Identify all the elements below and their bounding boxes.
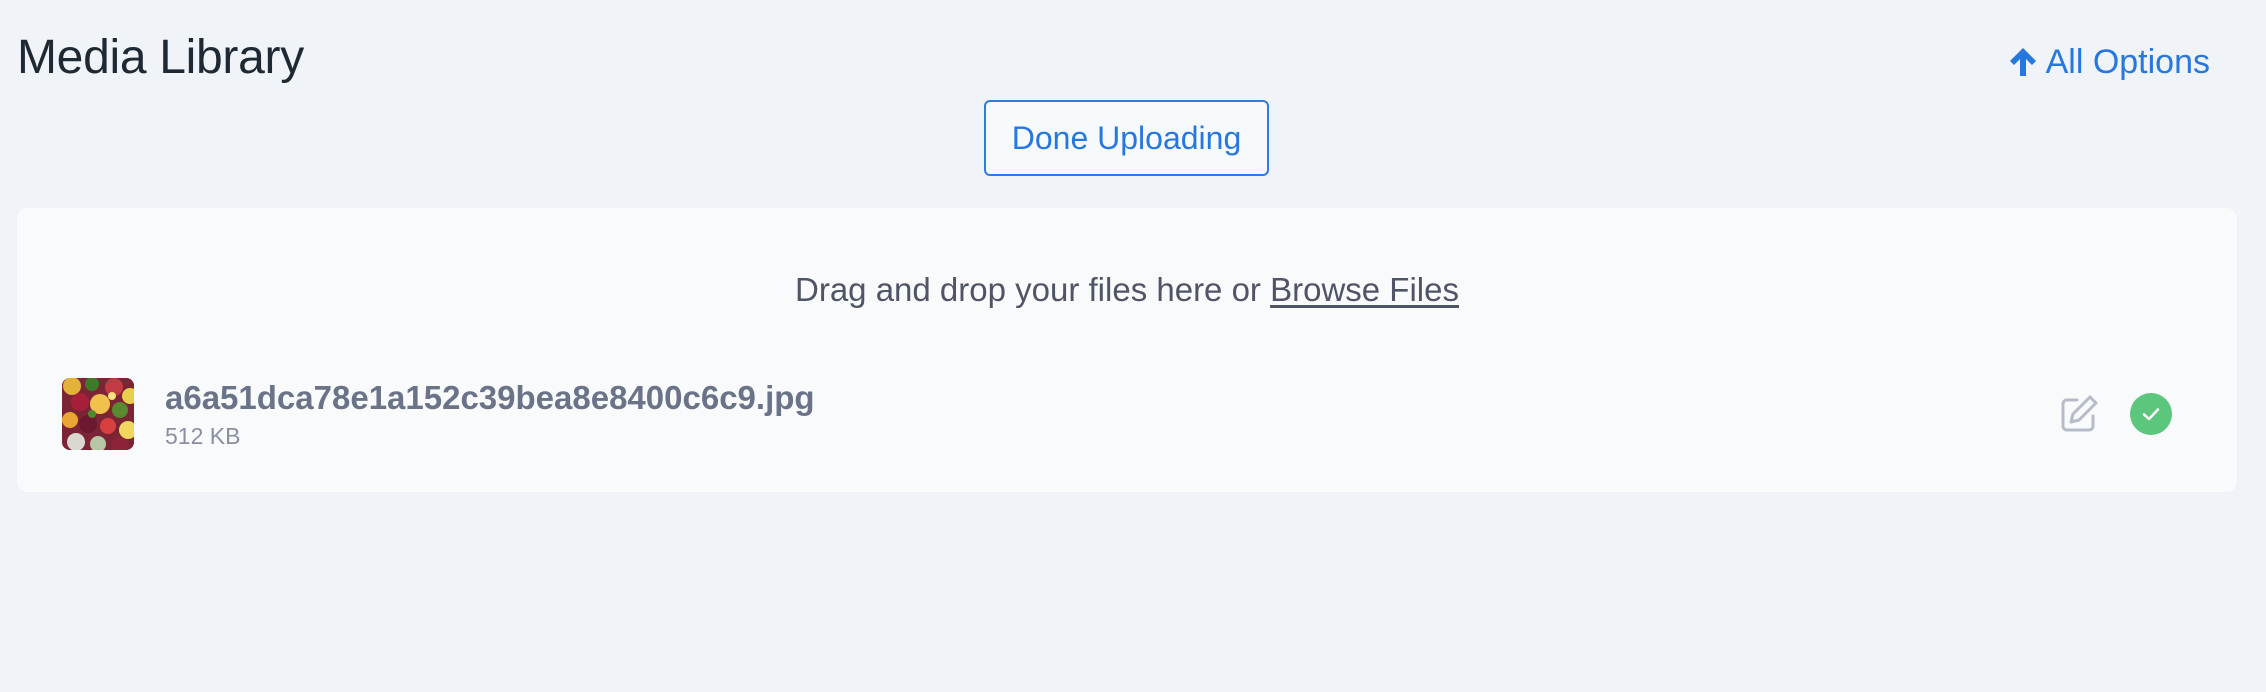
file-size: 512 KB bbox=[165, 423, 241, 449]
all-options-label: All Options bbox=[2045, 43, 2210, 81]
all-options-link[interactable]: All Options bbox=[2008, 40, 2210, 84]
dropzone-text: Drag and drop your files here or bbox=[795, 271, 1261, 308]
arrow-up-icon bbox=[2008, 46, 2038, 78]
done-uploading-button[interactable]: Done Uploading bbox=[984, 100, 1269, 176]
page-title: Media Library bbox=[17, 31, 304, 84]
edit-icon[interactable] bbox=[2057, 392, 2101, 436]
check-circle-icon bbox=[2130, 393, 2172, 435]
file-list-item: a6a51dca78e1a152c39bea8e8400c6c9.jpg 512… bbox=[17, 378, 2237, 452]
image-thumbnail-icon bbox=[62, 378, 134, 450]
file-name: a6a51dca78e1a152c39bea8e8400c6c9.jpg bbox=[165, 379, 815, 416]
upload-dropzone[interactable]: Drag and drop your files here or Browse … bbox=[17, 208, 2237, 492]
browse-files-link[interactable]: Browse Files bbox=[1270, 271, 1459, 308]
dropzone-prompt: Drag and drop your files here or Browse … bbox=[17, 268, 2237, 312]
